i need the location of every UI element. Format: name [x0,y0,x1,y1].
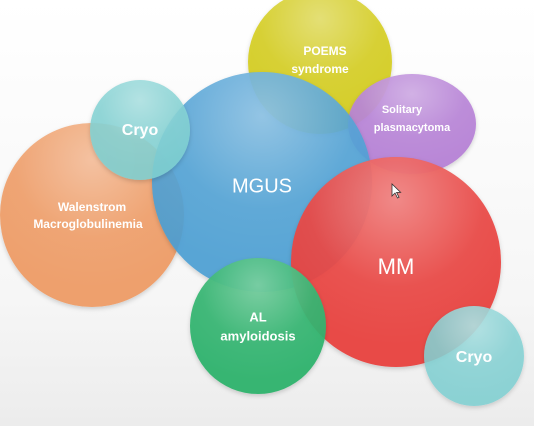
diagram-canvas: Walenstrom Macroglobulinemia POEMS syndr… [0,0,534,426]
walenstrom-label-line1: Walenstrom [58,200,126,214]
cryo-bottom-bubble: Cryo [424,306,524,406]
al-bubble: AL amyloidosis [190,258,326,394]
poems-label-line1: POEMS [303,44,346,58]
mm-label: MM [378,254,415,279]
al-label-line1: AL [249,309,266,324]
bubble-diagram: Walenstrom Macroglobulinemia POEMS syndr… [0,0,524,406]
cryo-bottom-label: Cryo [456,349,493,366]
solitary-label-line2: plasmacytoma [374,122,451,134]
cryo-top-bubble: Cryo [90,80,190,180]
al-label-line2: amyloidosis [220,328,295,343]
mgus-label: MGUS [232,175,292,197]
poems-label-line2: syndrome [291,62,349,76]
walenstrom-label-line2: Macroglobulinemia [33,217,143,231]
cryo-top-label: Cryo [122,122,159,139]
solitary-label-line1: Solitary [382,104,423,116]
